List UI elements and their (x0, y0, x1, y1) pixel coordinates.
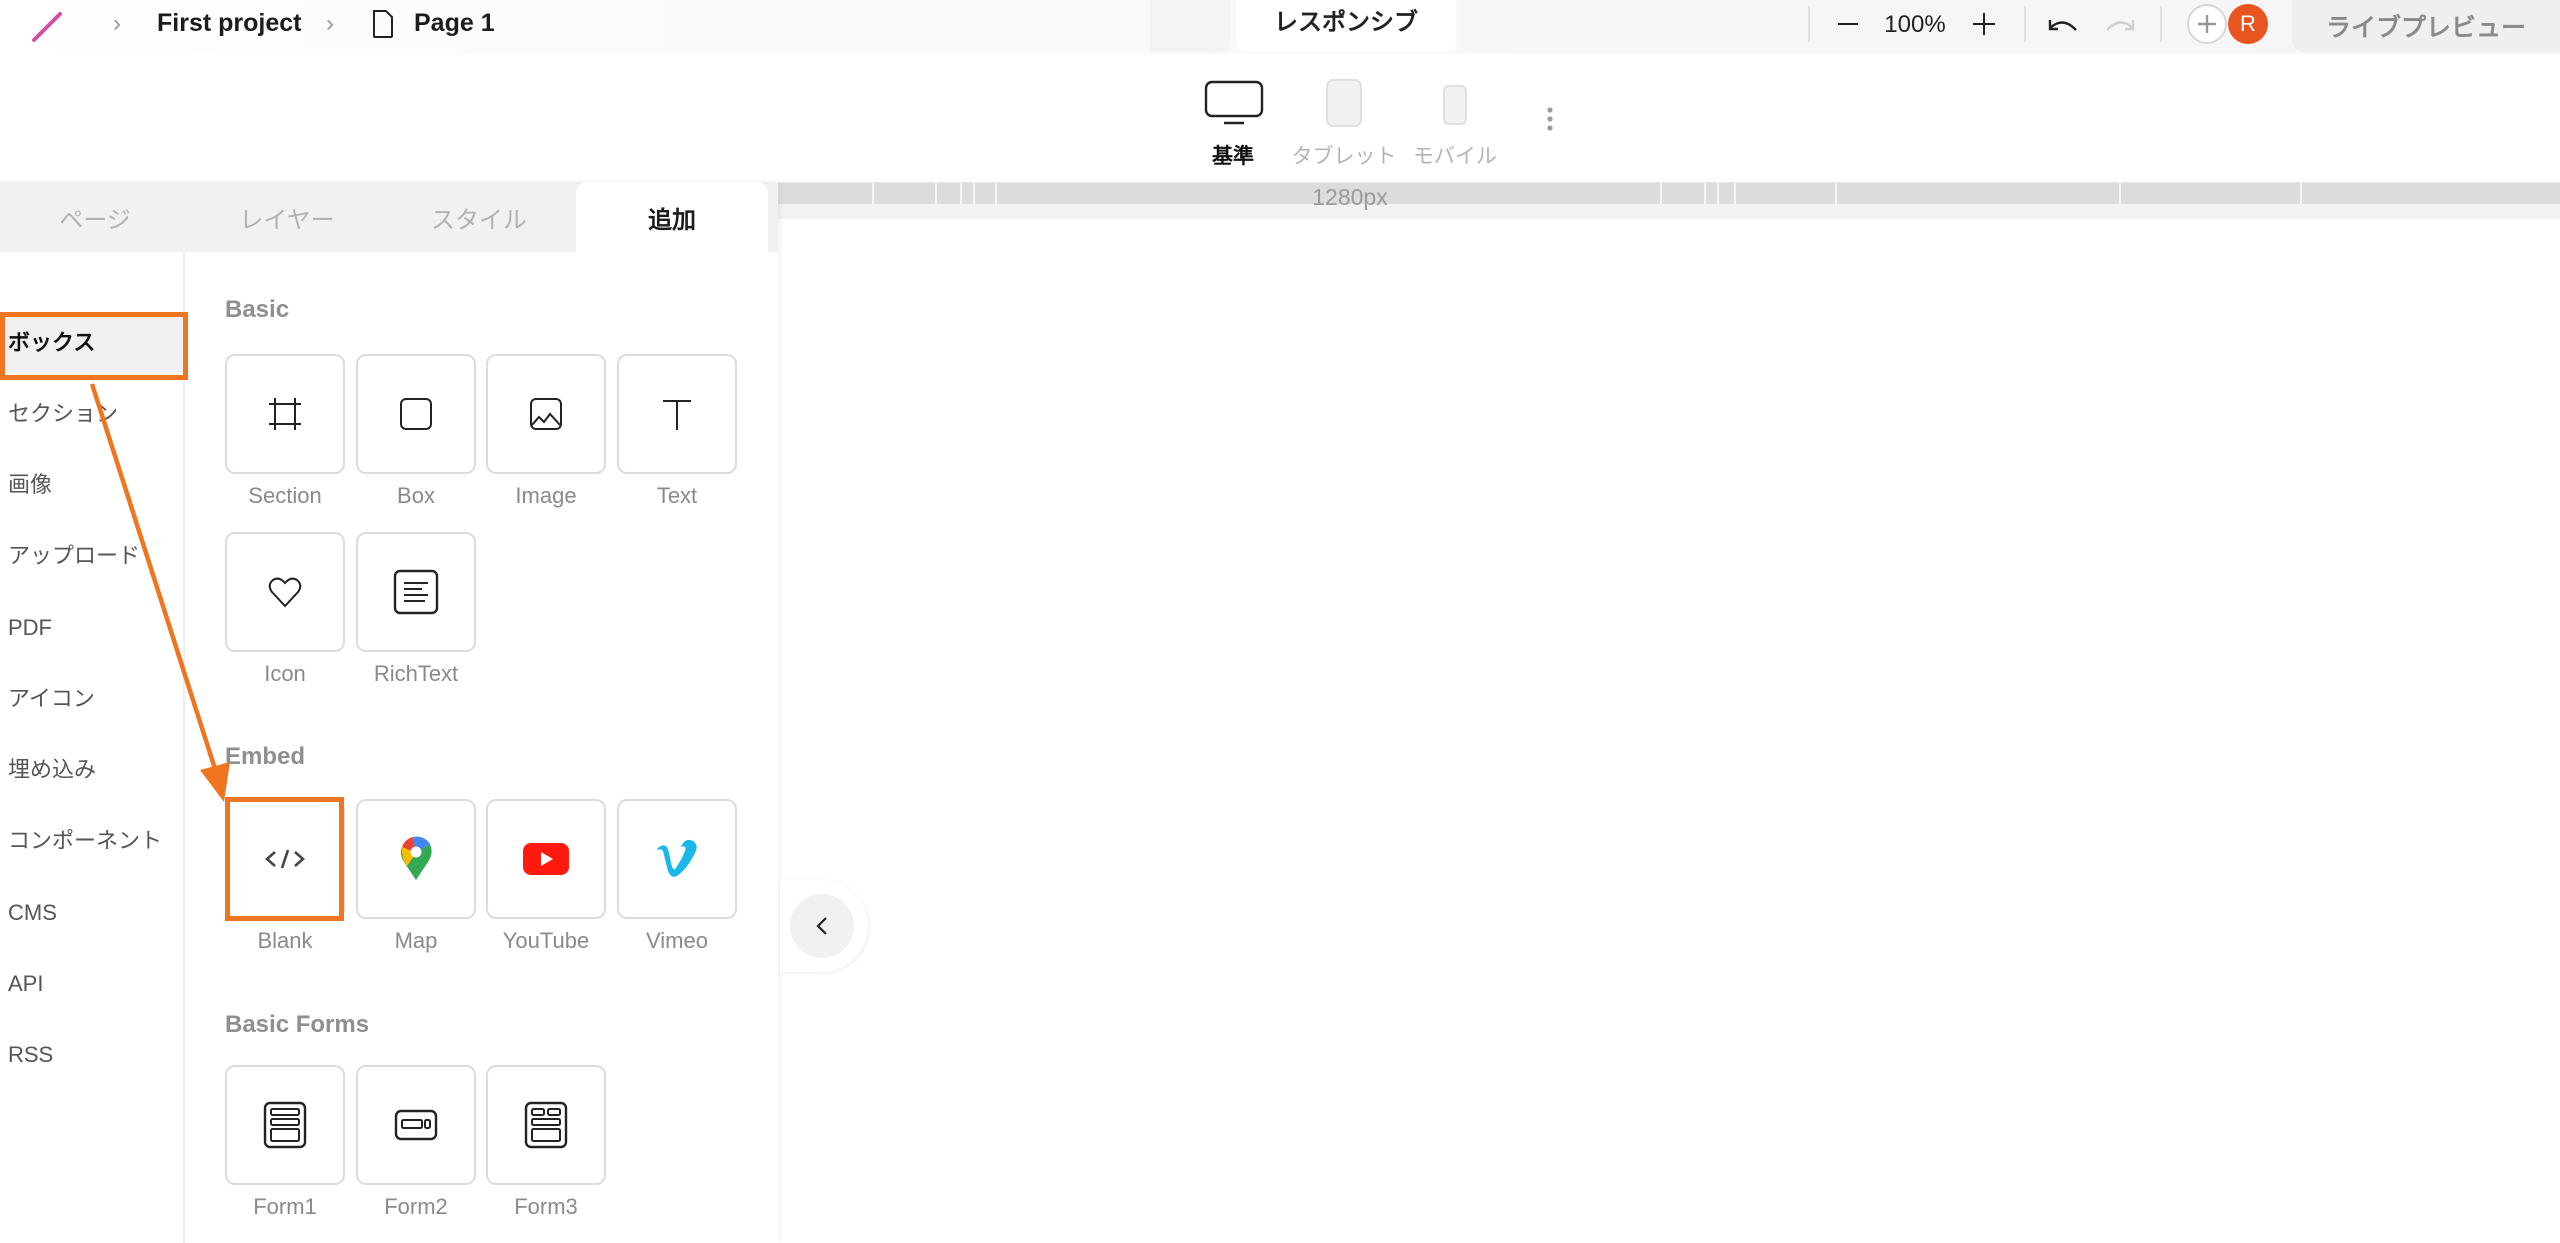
category-image[interactable]: 画像 (8, 470, 52, 500)
ruler-width-label: 1280px (1312, 184, 1388, 210)
redo-button[interactable] (2100, 8, 2140, 42)
code-icon (265, 849, 305, 869)
chevron-right-icon: › (326, 10, 334, 37)
zoom-out-button[interactable] (1830, 6, 1866, 42)
chevron-left-icon (816, 917, 827, 935)
box-icon (400, 398, 432, 430)
mobile-icon (1443, 85, 1467, 125)
tab-style[interactable]: スタイル (384, 182, 574, 252)
element-form1-tile[interactable] (225, 1065, 345, 1185)
element-map-tile[interactable] (356, 799, 476, 919)
device-toolbar: 基準 タブレット モバイル (0, 54, 2560, 182)
heart-icon (268, 577, 302, 608)
more-options-icon[interactable] (1540, 104, 1560, 134)
divider (2160, 6, 2162, 42)
breakpoint-ruler[interactable] (778, 182, 2560, 220)
undo-button[interactable] (2043, 8, 2083, 42)
element-image-tile[interactable] (486, 354, 606, 474)
element-form3-tile[interactable] (486, 1065, 606, 1185)
element-icon-tile[interactable] (225, 532, 345, 652)
element-vimeo-label: Vimeo (646, 928, 708, 953)
category-api[interactable]: API (8, 969, 43, 999)
minus-icon (1838, 23, 1858, 25)
category-pdf[interactable]: PDF (8, 613, 52, 643)
element-vimeo-tile[interactable] (617, 799, 737, 919)
device-mobile-label: モバイル (1413, 145, 1497, 168)
tablet-icon (1326, 79, 1362, 127)
plus-icon (1973, 13, 1995, 35)
element-section-tile[interactable] (225, 354, 345, 474)
divider (2024, 6, 2026, 42)
text-icon (663, 400, 691, 430)
collapse-panel-button[interactable] (780, 880, 868, 972)
panel-tabs: ページ レイヤー スタイル 追加 (0, 182, 778, 252)
desktop-icon (1204, 80, 1264, 125)
zoom-in-button[interactable] (1966, 6, 2002, 42)
element-text-tile[interactable] (617, 354, 737, 474)
tab-responsive-label: レスポンシブ (1274, 9, 1418, 36)
zoom-level: 100% (1884, 11, 1946, 38)
google-maps-pin-icon (400, 836, 432, 880)
category-upload[interactable]: アップロード (8, 541, 140, 571)
category-list: ボックス セクション 画像 アップロード PDF アイコン 埋め込み コンポーネ… (0, 252, 185, 1243)
app-logo-icon[interactable] (30, 10, 64, 44)
add-elements-panel: ページ レイヤー スタイル 追加 ボックス セクション 画像 アップロード PD… (0, 182, 778, 1243)
divider (1808, 6, 1810, 42)
plus-icon (2198, 15, 2216, 33)
ruler-sub-band (778, 204, 2560, 219)
element-youtube-tile[interactable] (486, 799, 606, 919)
element-box-tile[interactable] (356, 354, 476, 474)
element-richtext-tile[interactable] (356, 532, 476, 652)
category-cms[interactable]: CMS (8, 898, 57, 928)
category-box[interactable]: ボックス (8, 328, 95, 358)
element-form2-tile[interactable] (356, 1065, 476, 1185)
section-title-forms: Basic Forms (225, 1011, 370, 1038)
form1-icon (263, 1101, 307, 1149)
chevron-right-icon: › (113, 10, 121, 37)
category-rss[interactable]: RSS (8, 1040, 53, 1070)
tab-responsive[interactable]: レスポンシブ (1236, 0, 1456, 52)
form3-icon (524, 1101, 568, 1149)
richtext-icon (393, 569, 439, 615)
tab-add[interactable]: 追加 (576, 182, 768, 252)
breadcrumb-project[interactable]: First project (157, 8, 301, 38)
element-richtext-label: RichText (373, 661, 459, 686)
section-title-embed: Embed (225, 743, 306, 770)
category-section[interactable]: セクション (8, 399, 118, 429)
element-form3-label: Form3 (514, 1194, 578, 1219)
tab-layers[interactable]: レイヤー (192, 182, 382, 252)
form2-icon (394, 1109, 438, 1141)
breadcrumb-page[interactable]: Page 1 (414, 8, 495, 38)
add-collaborator-button[interactable] (2187, 4, 2227, 44)
vimeo-icon (657, 839, 697, 877)
top-bar: › First project › Page 1 レスポンシブ 100% R ラ… (0, 0, 2560, 54)
category-embed[interactable]: 埋め込み (8, 755, 96, 785)
tab-page[interactable]: ページ (0, 182, 190, 252)
youtube-icon (523, 843, 569, 875)
section-frame-icon (269, 398, 301, 430)
collapse-panel-inner[interactable] (790, 894, 854, 958)
page-icon (373, 10, 393, 38)
device-mobile-button[interactable]: モバイル (1400, 78, 1510, 178)
element-text-label: Text (656, 483, 698, 508)
category-icon[interactable]: アイコン (8, 684, 95, 714)
image-icon (530, 398, 562, 430)
undo-icon (2048, 20, 2077, 31)
element-blank-embed-tile[interactable] (225, 799, 345, 919)
live-preview-button[interactable]: ライブプレビュー (2292, 0, 2560, 52)
category-component[interactable]: コンポーネント (8, 826, 162, 856)
redo-icon (2106, 20, 2135, 31)
section-title-basic: Basic (225, 296, 290, 323)
user-avatar[interactable]: R (2228, 4, 2268, 44)
design-canvas[interactable] (778, 219, 2560, 1243)
tab-background (1150, 0, 1230, 52)
